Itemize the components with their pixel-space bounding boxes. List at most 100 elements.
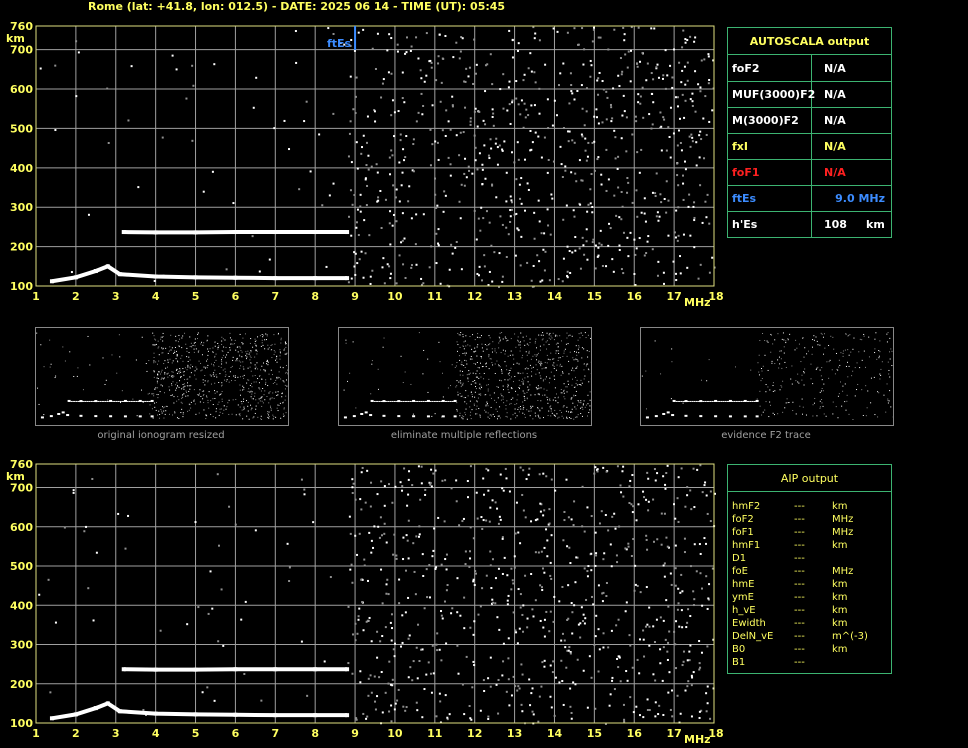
noise-point bbox=[549, 561, 552, 564]
noise-point bbox=[469, 526, 472, 529]
noise-point bbox=[688, 650, 691, 653]
thumbnail-noise-point bbox=[582, 408, 584, 410]
thumbnail-noise-point bbox=[277, 391, 279, 393]
thumbnail-noise-point bbox=[539, 417, 541, 419]
noise-point bbox=[455, 41, 458, 44]
thumbnail-noise-point bbox=[222, 338, 224, 340]
thumbnail-noise-point bbox=[175, 340, 177, 342]
thumbnail-noise-point bbox=[566, 337, 568, 339]
trace-point bbox=[153, 230, 158, 235]
thumbnail-noise-point bbox=[832, 413, 834, 415]
thumbnail-noise-point bbox=[527, 386, 529, 388]
noise-point bbox=[679, 255, 682, 258]
thumbnail-noise-point bbox=[204, 384, 206, 386]
noise-point bbox=[607, 178, 610, 181]
noise-point bbox=[39, 67, 42, 70]
thumbnail-noise-point bbox=[500, 393, 502, 395]
noise-point bbox=[626, 191, 629, 194]
thumbnail-trace-point bbox=[150, 415, 154, 418]
thumbnail-noise-point bbox=[498, 365, 500, 367]
thumbnail-noise-point bbox=[520, 332, 522, 334]
autoscala-param-unit: km bbox=[866, 218, 885, 231]
noise-point bbox=[628, 501, 631, 504]
noise-point bbox=[607, 244, 610, 247]
thumbnail-noise-point bbox=[499, 417, 501, 419]
thumbnail-noise-point bbox=[172, 360, 174, 362]
thumbnail-noise-point bbox=[200, 395, 202, 397]
noise-point bbox=[365, 141, 368, 144]
noise-point bbox=[688, 193, 691, 196]
noise-point bbox=[519, 197, 522, 200]
noise-point bbox=[420, 77, 423, 80]
noise-point bbox=[444, 479, 447, 482]
noise-point bbox=[468, 169, 471, 172]
noise-point bbox=[508, 704, 511, 707]
noise-point bbox=[479, 229, 482, 232]
noise-point bbox=[586, 575, 589, 578]
thumbnail-noise-point bbox=[481, 347, 483, 349]
noise-point bbox=[461, 37, 464, 40]
thumbnail-noise-point bbox=[175, 335, 177, 337]
thumbnail-noise-point bbox=[455, 365, 457, 367]
noise-point bbox=[592, 603, 595, 606]
thumbnail-noise-point bbox=[496, 386, 498, 388]
noise-point bbox=[526, 626, 529, 629]
thumbnail-noise-point bbox=[182, 416, 184, 418]
noise-point bbox=[363, 219, 366, 222]
noise-point bbox=[359, 670, 362, 673]
thumbnail-noise-point bbox=[239, 389, 241, 391]
thumbnail-noise-point bbox=[477, 333, 479, 335]
noise-point bbox=[511, 56, 514, 59]
noise-point bbox=[351, 581, 354, 584]
thumbnail-noise-point bbox=[231, 339, 233, 341]
thumbnail-noise-point bbox=[155, 339, 157, 341]
thumbnail-noise-point bbox=[267, 416, 269, 418]
thumbnail-noise-point bbox=[584, 406, 586, 408]
noise-point bbox=[614, 157, 617, 160]
noise-point bbox=[437, 228, 440, 231]
thumbnail-trace-point bbox=[422, 400, 425, 402]
noise-point bbox=[709, 490, 712, 493]
noise-point bbox=[660, 125, 663, 128]
noise-point bbox=[589, 59, 592, 62]
thumbnail-noise-point bbox=[856, 362, 858, 364]
thumbnail-noise-point bbox=[270, 349, 272, 351]
thumbnail-noise-point bbox=[176, 368, 178, 370]
thumbnail-noise-point bbox=[539, 345, 541, 347]
thumbnail-noise-point bbox=[581, 347, 583, 349]
thumbnail-noise-point bbox=[476, 405, 478, 407]
thumbnail-noise-point bbox=[486, 384, 488, 386]
noise-point bbox=[524, 209, 527, 212]
thumbnail-noise-point bbox=[239, 415, 241, 417]
thumbnail-noise-point bbox=[280, 352, 282, 354]
trace-point bbox=[153, 711, 158, 716]
thumbnail-noise-point bbox=[526, 343, 528, 345]
thumbnail-noise-point bbox=[489, 337, 491, 339]
thumbnail-noise-point bbox=[887, 332, 889, 334]
noise-point bbox=[424, 488, 427, 491]
noise-point bbox=[543, 269, 546, 272]
noise-point bbox=[642, 716, 645, 719]
thumbnail-noise-point bbox=[481, 366, 483, 368]
thumbnail-trace-point bbox=[144, 400, 147, 402]
noise-point bbox=[436, 204, 439, 207]
thumbnail-noise-point bbox=[488, 335, 490, 337]
thumbnail-noise-point bbox=[193, 342, 195, 344]
thumbnail-noise-point bbox=[461, 364, 463, 366]
noise-point bbox=[682, 182, 685, 185]
thumbnail-noise-point bbox=[163, 417, 165, 419]
thumbnail-noise-point bbox=[835, 352, 837, 354]
aip-unit: km bbox=[832, 579, 848, 590]
noise-point bbox=[428, 60, 431, 63]
thumbnail-noise-point bbox=[207, 402, 209, 404]
thumbnail-noise-point bbox=[575, 358, 577, 360]
thumbnail-noise-point bbox=[241, 403, 243, 405]
thumbnail-noise-point bbox=[155, 387, 157, 389]
thumbnail-noise-point bbox=[477, 367, 479, 369]
noise-point bbox=[365, 204, 368, 207]
noise-point bbox=[485, 519, 488, 522]
thumbnail-noise-point bbox=[202, 395, 204, 397]
thumbnail-noise-point bbox=[549, 408, 551, 410]
thumbnail-noise-point bbox=[215, 410, 217, 412]
noise-point bbox=[662, 271, 665, 274]
